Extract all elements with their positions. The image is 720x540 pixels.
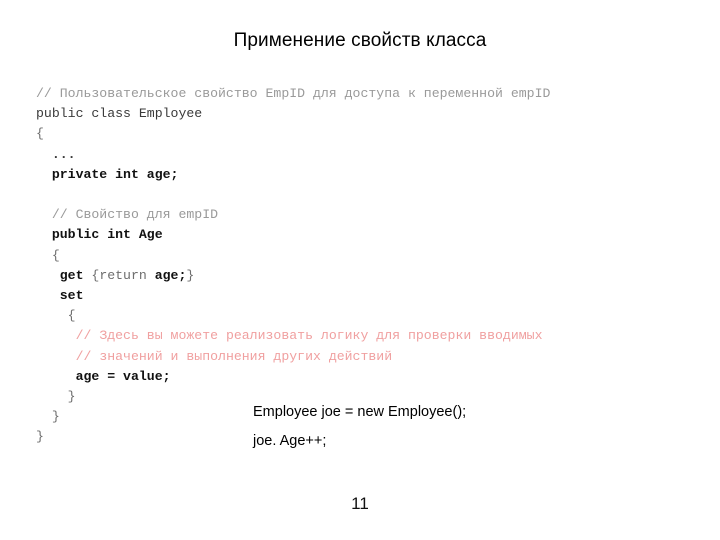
slide-page-number: 11 bbox=[351, 494, 369, 513]
code-line: { bbox=[36, 306, 696, 326]
code-listing: // Пользовательское свойство EmpID для д… bbox=[36, 84, 696, 448]
code-token: { bbox=[67, 308, 76, 324]
usage-example-line: Employee joe = new Employee(); bbox=[253, 404, 467, 420]
code-token: ... bbox=[51, 146, 76, 162]
code-line bbox=[36, 185, 696, 205]
code-token: } bbox=[36, 429, 44, 445]
code-token: set bbox=[59, 288, 84, 304]
code-token: {return bbox=[91, 267, 155, 283]
code-token: age; bbox=[154, 267, 187, 283]
code-token: // Здесь вы можете реализовать логику дл… bbox=[75, 328, 543, 344]
code-line: // Пользовательское свойство EmpID для д… bbox=[36, 84, 696, 104]
code-token: } bbox=[67, 389, 76, 405]
code-token: get bbox=[59, 267, 92, 283]
slide-canvas: Применение свойств класса // Пользовател… bbox=[0, 0, 720, 540]
code-line: public int Age bbox=[36, 225, 696, 245]
code-line: public class Employee bbox=[36, 104, 696, 124]
usage-example-line: joe. Age++; bbox=[253, 433, 327, 449]
code-token: { bbox=[36, 126, 44, 142]
usage-example-block: Employee joe = new Employee(); joe. Age++… bbox=[253, 398, 466, 456]
code-token: age = value; bbox=[75, 368, 171, 384]
code-line: { bbox=[36, 246, 696, 266]
code-line: ... bbox=[36, 145, 696, 165]
code-token: { bbox=[51, 247, 60, 263]
code-token: public class Employee bbox=[36, 106, 203, 122]
code-line: get {return age;} bbox=[36, 266, 696, 286]
code-line: // значений и выполнения других действий bbox=[36, 347, 696, 367]
code-token: // Свойство для empID bbox=[51, 207, 219, 223]
code-token: } bbox=[51, 409, 60, 425]
page-title: Применение свойств класса bbox=[233, 30, 487, 51]
code-token: private int age; bbox=[51, 166, 179, 182]
code-token: } bbox=[186, 267, 195, 283]
code-line: private int age; bbox=[36, 165, 696, 185]
code-line: // Здесь вы можете реализовать логику дл… bbox=[36, 326, 696, 346]
code-token: // значений и выполнения других действий bbox=[75, 348, 393, 364]
code-line: age = value; bbox=[36, 367, 696, 387]
code-line: // Свойство для empID bbox=[36, 205, 696, 225]
code-line: { bbox=[36, 124, 696, 144]
code-token: // Пользовательское свойство EmpID для д… bbox=[36, 86, 551, 101]
code-token: public int Age bbox=[51, 227, 163, 243]
code-line: set bbox=[36, 286, 696, 306]
